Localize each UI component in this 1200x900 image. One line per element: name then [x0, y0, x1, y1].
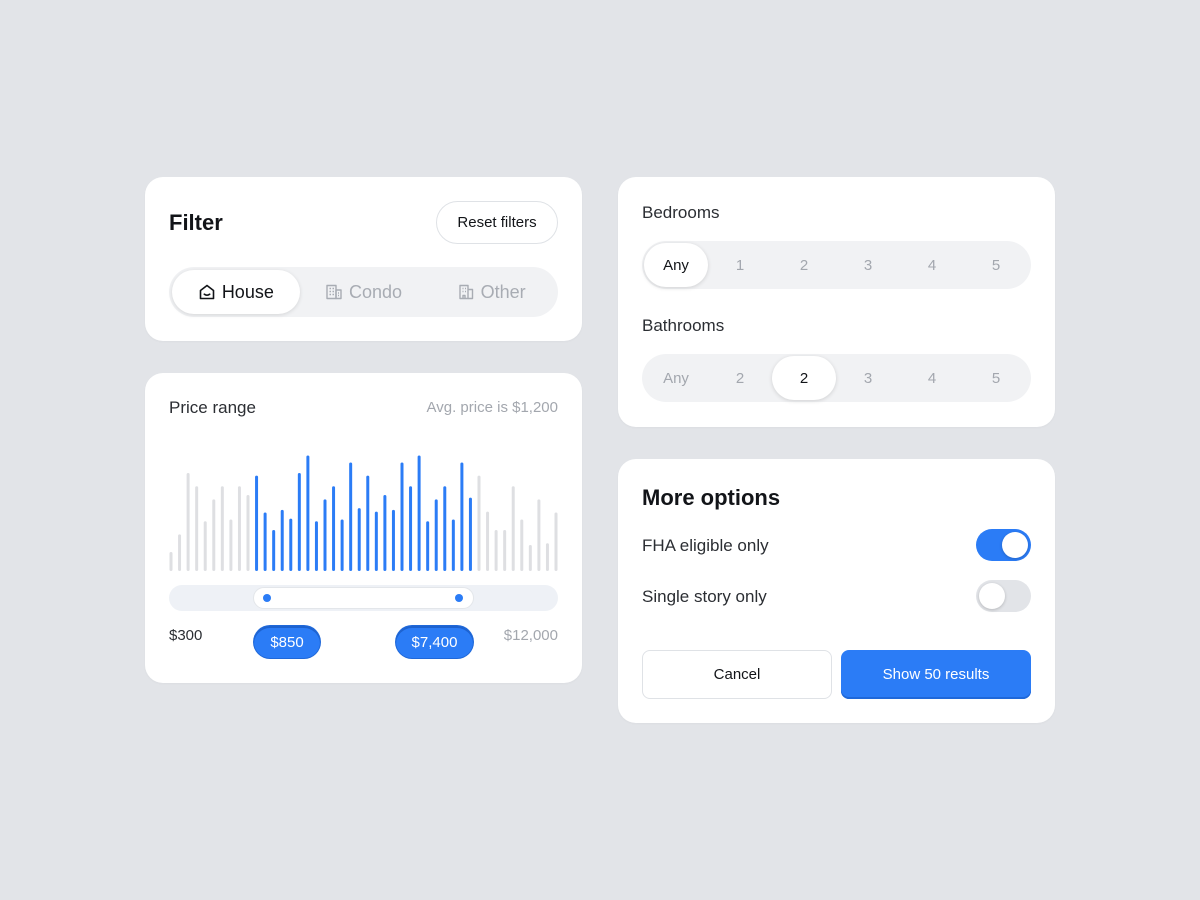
property-type-segmented-control: House Condo Other	[169, 267, 558, 317]
bedrooms-option-1[interactable]: 1	[708, 243, 772, 287]
property-type-label: Condo	[348, 281, 403, 302]
selected-max-price[interactable]: $7,400	[396, 626, 473, 658]
toggle-knob	[1002, 532, 1028, 558]
bedrooms-label: Bedrooms	[642, 203, 720, 222]
bedrooms-option-4[interactable]: 4	[900, 243, 964, 287]
other-building-icon	[457, 283, 475, 301]
bathrooms-option-4[interactable]: 4	[900, 356, 964, 400]
bathrooms-option-2b[interactable]: 2	[772, 356, 836, 400]
price-range-slider[interactable]	[169, 585, 558, 611]
toggle-knob	[979, 583, 1005, 609]
price-max-label: $12,000	[503, 627, 558, 644]
bedrooms-option-2[interactable]: 2	[772, 243, 836, 287]
bedrooms-option-any[interactable]: Any	[644, 243, 708, 287]
single-story-toggle[interactable]	[976, 580, 1031, 612]
filter-title: Filter	[169, 210, 223, 235]
price-range-selection	[253, 587, 474, 609]
property-type-other[interactable]: Other	[427, 270, 555, 314]
bathrooms-option-any[interactable]: Any	[644, 356, 708, 400]
property-type-condo[interactable]: Condo	[300, 270, 428, 314]
fha-eligible-label: FHA eligible only	[642, 536, 769, 555]
property-type-house[interactable]: House	[172, 270, 300, 314]
rooms-card: Bedrooms Any 1 2 3 4 5 Bathrooms Any 2 2…	[618, 177, 1055, 427]
bedrooms-option-3[interactable]: 3	[836, 243, 900, 287]
show-results-button[interactable]: Show 50 results	[841, 650, 1031, 699]
max-price-handle[interactable]	[455, 594, 463, 602]
min-price-handle[interactable]	[263, 594, 271, 602]
bedrooms-option-5[interactable]: 5	[964, 243, 1028, 287]
reset-filters-button[interactable]: Reset filters	[436, 201, 558, 244]
bedrooms-segmented-control: Any 1 2 3 4 5	[642, 241, 1031, 289]
bathrooms-option-2a[interactable]: 2	[708, 356, 772, 400]
property-type-label: Other	[480, 281, 526, 302]
filter-card: Filter Reset filters House Condo Other	[145, 177, 582, 341]
price-range-card: Price range Avg. price is $1,200 $300 $8…	[145, 373, 582, 683]
price-range-title: Price range	[169, 398, 256, 417]
bathrooms-segmented-control: Any 2 2 3 4 5	[642, 354, 1031, 402]
price-min-label: $300	[169, 627, 203, 644]
selected-min-price[interactable]: $850	[254, 626, 320, 658]
house-icon	[198, 283, 216, 301]
single-story-label: Single story only	[642, 587, 767, 606]
bathrooms-option-3[interactable]: 3	[836, 356, 900, 400]
bathrooms-label: Bathrooms	[642, 316, 725, 335]
price-histogram	[169, 455, 558, 571]
cancel-button[interactable]: Cancel	[642, 650, 832, 699]
more-options-title: More options	[642, 485, 781, 510]
average-price-text: Avg. price is $1,200	[426, 399, 558, 416]
property-type-label: House	[221, 281, 274, 302]
more-options-card: More options FHA eligible only Single st…	[618, 459, 1055, 723]
bathrooms-option-5[interactable]: 5	[964, 356, 1028, 400]
fha-eligible-toggle[interactable]	[976, 529, 1031, 561]
condo-building-icon	[325, 283, 343, 301]
